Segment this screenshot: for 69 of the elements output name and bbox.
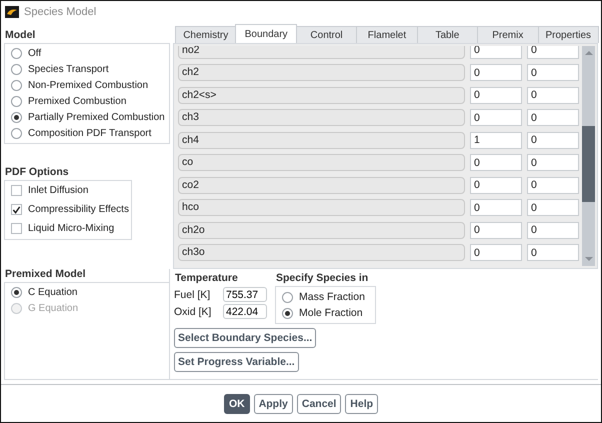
- radio-option[interactable]: Mass Fraction: [276, 289, 365, 305]
- fuel-value-field[interactable]: 0: [470, 244, 522, 262]
- tab[interactable]: Flamelet: [356, 26, 418, 43]
- tab[interactable]: Chemistry: [175, 26, 236, 43]
- oxid-value-field[interactable]: 0: [527, 46, 579, 59]
- oxid-value-field[interactable]: 0: [527, 132, 579, 149]
- fuel-value-field[interactable]: 0: [470, 176, 522, 194]
- radio-option[interactable]: C Equation: [5, 284, 169, 300]
- group-label: Premixed Model: [5, 268, 87, 280]
- checkmark-icon: [12, 204, 21, 214]
- oxid-value-field[interactable]: 0: [527, 86, 579, 104]
- fuel-value-field[interactable]: 0: [470, 109, 522, 126]
- field-label: Oxid [K]: [174, 306, 212, 318]
- checkbox-option[interactable]: Liquid Micro-Mixing: [5, 219, 131, 238]
- temperature-field[interactable]: 755.37: [223, 287, 267, 302]
- window-title: Species Model: [24, 6, 96, 18]
- radio-option[interactable]: Composition PDF Transport: [5, 125, 169, 141]
- oxid-value-field[interactable]: 0: [527, 64, 579, 82]
- scroll-down-icon[interactable]: [584, 256, 592, 262]
- panel-button[interactable]: Set Progress Variable...: [174, 352, 299, 372]
- fuel-value-field[interactable]: 0: [470, 64, 522, 82]
- species-name-field: ch2: [178, 64, 465, 82]
- species-name-field: ch3o: [178, 244, 465, 262]
- fuel-value-field[interactable]: 0: [470, 199, 522, 216]
- scroll-up-icon[interactable]: [584, 50, 592, 56]
- radio-option[interactable]: Off: [5, 45, 169, 61]
- species-name-field: co2: [178, 176, 465, 194]
- oxid-value-field[interactable]: 0: [527, 154, 579, 172]
- checkbox-option[interactable]: Inlet Diffusion: [5, 181, 131, 200]
- fuel-value-field[interactable]: 0: [470, 46, 522, 59]
- field-label: Fuel [K]: [174, 288, 212, 300]
- oxid-value-field[interactable]: 0: [527, 109, 579, 126]
- oxid-value-field[interactable]: 0: [527, 199, 579, 216]
- oxid-value-field[interactable]: 0: [527, 222, 579, 239]
- radio-option[interactable]: Species Transport: [5, 61, 169, 77]
- oxid-value-field[interactable]: 0: [527, 176, 579, 194]
- scrollbar[interactable]: [582, 46, 595, 266]
- species-name-field: ch2<s>: [178, 86, 465, 104]
- species-name-field: ch2o: [178, 222, 465, 239]
- group-label: Specify Species in: [276, 272, 370, 284]
- fuel-value-field[interactable]: 1: [470, 132, 522, 149]
- species-name-field: ch3: [178, 109, 465, 126]
- radio-option[interactable]: Non-Premixed Combustion: [5, 77, 169, 93]
- tab[interactable]: Table: [416, 26, 478, 43]
- oxid-value-field[interactable]: 0: [527, 244, 579, 262]
- fuel-value-field[interactable]: 0: [470, 154, 522, 172]
- radio-option[interactable]: Premixed Combustion: [5, 93, 169, 109]
- group-label: Model: [5, 29, 36, 41]
- checkbox-option[interactable]: Compressibility Effects: [5, 200, 131, 219]
- tab[interactable]: Properties: [538, 26, 599, 43]
- panel-button[interactable]: Select Boundary Species...: [174, 328, 316, 348]
- dialog-button[interactable]: OK: [224, 394, 250, 414]
- tab[interactable]: Control: [296, 26, 358, 43]
- fuel-value-field[interactable]: 0: [470, 86, 522, 104]
- radio-option: G Equation: [5, 300, 169, 316]
- fuel-value-field[interactable]: 0: [470, 222, 522, 239]
- dialog-button[interactable]: Cancel: [296, 394, 342, 414]
- radio-option[interactable]: Mole Fraction: [276, 305, 365, 321]
- species-name-field: ch4: [178, 132, 465, 149]
- temperature-field[interactable]: 422.04: [223, 304, 267, 319]
- species-name-field: hco: [178, 199, 465, 216]
- radio-option[interactable]: Partially Premixed Combustion: [5, 109, 169, 125]
- app-logo-icon: [5, 6, 19, 18]
- tab[interactable]: Premix: [477, 26, 539, 43]
- group-label: PDF Options: [5, 166, 70, 178]
- dialog-button[interactable]: Help: [345, 394, 378, 414]
- dialog-button[interactable]: Apply: [254, 394, 293, 414]
- group-label: Temperature: [175, 272, 239, 284]
- species-name-field: co: [178, 154, 465, 172]
